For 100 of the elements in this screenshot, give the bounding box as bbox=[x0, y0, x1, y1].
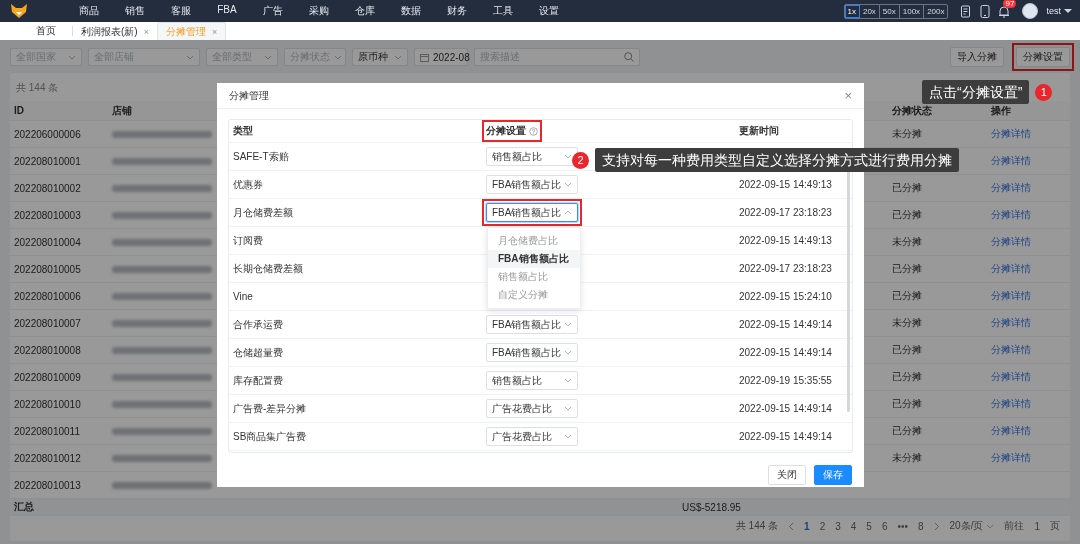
page-unit-label: 页 bbox=[1050, 519, 1060, 533]
avatar[interactable] bbox=[1022, 3, 1039, 19]
detail-link[interactable]: 分摊详情 bbox=[990, 398, 1031, 409]
dropdown-option[interactable]: 自定义分摊 bbox=[488, 286, 580, 304]
page-number[interactable]: ••• bbox=[897, 520, 908, 532]
status-text: 已分摊 bbox=[891, 290, 922, 301]
column-header: 更新时间 bbox=[739, 124, 779, 138]
nav-menu-item[interactable]: 工具 bbox=[480, 4, 526, 18]
status-text: 已分摊 bbox=[891, 182, 922, 193]
detail-link[interactable]: 分摊详情 bbox=[990, 263, 1031, 274]
phone-icon[interactable] bbox=[980, 4, 991, 18]
method-select[interactable]: FBA销售额占比 bbox=[486, 315, 578, 334]
caret-icon bbox=[564, 405, 572, 412]
method-select[interactable]: FBA销售额占比 bbox=[486, 203, 578, 222]
callout-tooltip: 点击“分摊设置” bbox=[922, 80, 1030, 104]
status-text: 已分摊 bbox=[891, 398, 922, 409]
detail-link[interactable]: 分摊详情 bbox=[990, 290, 1031, 301]
caret-icon bbox=[394, 53, 402, 61]
zoom-level-button[interactable]: 20x bbox=[859, 4, 880, 18]
method-select[interactable]: 销售额占比 bbox=[486, 147, 578, 166]
bell-icon[interactable] bbox=[998, 4, 1011, 18]
page-number[interactable]: 2 bbox=[819, 520, 826, 532]
table-cell-text: 长期仓储费差额 bbox=[232, 261, 304, 276]
nav-menu-item[interactable]: 仓库 bbox=[342, 4, 388, 18]
zoom-level-button[interactable]: 50x bbox=[879, 4, 900, 18]
detail-link[interactable]: 分摊详情 bbox=[990, 182, 1031, 193]
table-cell-text: 202208010006 bbox=[13, 290, 82, 302]
caret-icon[interactable] bbox=[1064, 8, 1072, 14]
close-button[interactable]: 关闭 bbox=[768, 465, 806, 485]
search-icon bbox=[624, 52, 634, 62]
nav-menu-item[interactable]: 商品 bbox=[66, 4, 112, 18]
detail-link[interactable]: 分摊详情 bbox=[990, 128, 1031, 139]
page-number[interactable]: 1 bbox=[804, 520, 810, 532]
nav-menu-item[interactable]: 财务 bbox=[434, 4, 480, 18]
nav-menu-item[interactable]: 客服 bbox=[158, 4, 204, 18]
nav-menu-item[interactable]: 设置 bbox=[526, 4, 572, 18]
method-select[interactable]: FBA销售额占比 bbox=[486, 175, 578, 194]
nav-menu-item[interactable]: 数据 bbox=[388, 4, 434, 18]
table-cell-text: 202208010002 bbox=[13, 182, 82, 194]
dropdown-option[interactable]: 月仓储费占比 bbox=[488, 232, 580, 250]
action-button[interactable]: 分摊设置 bbox=[1016, 47, 1070, 67]
detail-link[interactable]: 分摊详情 bbox=[990, 209, 1031, 220]
action-button[interactable]: 导入分摊 bbox=[950, 47, 1004, 67]
callout-tooltip: 支持对每一种费用类型自定义选择分摊方式进行费用分摊 bbox=[595, 148, 959, 172]
method-select[interactable]: 广告花费占比 bbox=[486, 427, 578, 446]
timestamp: 2022-09-15 14:49:14 bbox=[739, 431, 832, 442]
nav-menu-item[interactable]: FBA bbox=[204, 4, 250, 18]
zoom-level-button[interactable]: 200x bbox=[924, 4, 948, 18]
page-tab[interactable]: 分摊管理 × bbox=[156, 22, 227, 40]
page-number[interactable]: 5 bbox=[866, 520, 872, 532]
table-cell-text: 202208010003 bbox=[13, 209, 82, 221]
page-number[interactable]: 8 bbox=[917, 520, 924, 532]
caret-icon bbox=[564, 433, 572, 440]
timestamp: 2022-09-15 14:49:13 bbox=[739, 179, 832, 190]
detail-link[interactable]: 分摊详情 bbox=[990, 452, 1031, 463]
nav-menu-item[interactable]: 销售 bbox=[112, 4, 158, 18]
save-button[interactable]: 保存 bbox=[814, 465, 852, 485]
table-cell-text: 订阅费 bbox=[232, 233, 264, 248]
zoom-level-button[interactable]: 100x bbox=[899, 4, 925, 18]
user-name[interactable]: test bbox=[1046, 6, 1061, 16]
timestamp: 2022-09-15 14:49:14 bbox=[739, 403, 832, 414]
table-cell-text: 库存配置费 bbox=[232, 373, 284, 388]
table-cell-text: 仓储超量费 bbox=[232, 345, 284, 360]
page-number[interactable]: 4 bbox=[850, 520, 857, 532]
table-cell-text: SB商品集广告费 bbox=[232, 429, 308, 444]
tab-close-icon[interactable]: × bbox=[143, 26, 149, 37]
status-text: 未分摊 bbox=[891, 236, 922, 247]
nav-menu-item[interactable]: 广告 bbox=[250, 4, 296, 18]
dropdown-option[interactable]: 销售额占比 bbox=[488, 268, 580, 286]
page-tab[interactable]: 利润报表(新) × bbox=[73, 23, 157, 40]
detail-link[interactable]: 分摊详情 bbox=[990, 371, 1031, 382]
detail-link[interactable]: 分摊详情 bbox=[990, 425, 1031, 436]
page-tab[interactable]: 首页 bbox=[20, 26, 73, 36]
detail-link[interactable]: 分摊详情 bbox=[990, 344, 1031, 355]
tab-close-icon[interactable]: × bbox=[211, 26, 218, 37]
detail-link[interactable]: 分摊详情 bbox=[990, 155, 1031, 166]
method-select[interactable]: 销售额占比 bbox=[486, 371, 578, 390]
document-icon[interactable] bbox=[960, 4, 973, 18]
caret-icon bbox=[564, 153, 572, 160]
table-cell-text: 202208010008 bbox=[13, 344, 82, 356]
detail-link[interactable]: 分摊详情 bbox=[990, 317, 1031, 328]
date-picker[interactable]: 2022-08 bbox=[414, 48, 468, 66]
detail-link[interactable]: 分摊详情 bbox=[990, 236, 1031, 247]
close-icon[interactable]: × bbox=[844, 88, 852, 103]
page-size-select[interactable]: 20条/页 bbox=[949, 519, 995, 533]
page-number[interactable]: 6 bbox=[881, 520, 888, 532]
timestamp: 2022-09-15 14:49:14 bbox=[739, 319, 832, 330]
table-cell-text: 202208010009 bbox=[13, 371, 82, 383]
page-input[interactable]: 1 bbox=[1034, 520, 1040, 532]
status-text: 未分摊 bbox=[891, 128, 922, 139]
table-cell-text: 202208010010 bbox=[13, 398, 82, 410]
table-cell-text: Vine bbox=[232, 291, 254, 302]
table-cell-text: 广告费-差异分摊 bbox=[232, 401, 308, 416]
nav-menu-item[interactable]: 采购 bbox=[296, 4, 342, 18]
method-select[interactable]: 广告花费占比 bbox=[486, 399, 578, 418]
dropdown-option[interactable]: FBA销售额占比 bbox=[488, 250, 580, 268]
method-select[interactable]: FBA销售额占比 bbox=[486, 343, 578, 362]
select-field[interactable]: 原币种 bbox=[352, 48, 408, 66]
page-number[interactable]: 3 bbox=[835, 520, 841, 532]
zoom-level-button[interactable]: 1x bbox=[844, 4, 860, 18]
